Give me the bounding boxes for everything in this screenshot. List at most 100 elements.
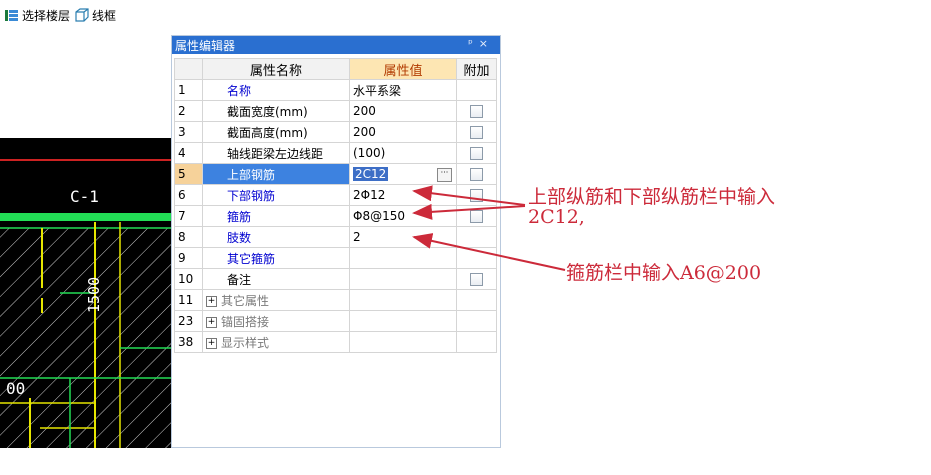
cad-label-c1: C-1 [70,187,99,206]
table-row-group[interactable]: 38 + 显示样式 [174,331,497,353]
row-num: 1 [174,79,203,101]
table-row[interactable]: 9 其它箍筋 [174,247,497,269]
table-row[interactable]: 3 截面高度(mm) 200 [174,121,497,143]
toolbar: 选择楼层 线框 [0,0,175,30]
beam-green [0,213,173,221]
row-extra [456,79,497,101]
row-value [349,289,457,311]
row-checkbox[interactable] [470,189,483,202]
annotation-line2: 2C12, [528,206,585,228]
row-checkbox[interactable] [470,168,483,181]
table-row-selected[interactable]: 5 上部钢筋 2C12 ··· [174,163,497,185]
close-icon[interactable]: × [479,37,494,50]
row-name: 备注 [202,268,350,290]
row-num: 5 [174,163,203,185]
row-name: 上部钢筋 [202,163,350,185]
row-name: 下部钢筋 [202,184,350,206]
header-num [174,58,203,80]
row-name: 箍筋 [202,205,350,227]
row-name: 轴线距梁左边线距 [202,142,350,164]
wireframe-cube-icon [75,8,89,22]
panel-title: 属性编辑器 [175,38,236,53]
row-num: 10 [174,268,203,290]
annotation-line1: 上部纵筋和下部纵筋栏中输入 [528,186,776,208]
row-name-group: + 锚固搭接 [202,310,350,332]
wireframe-label: 线框 [92,8,117,23]
row-value[interactable]: 200 [349,100,457,122]
row-extra [456,226,497,248]
table-row[interactable]: 8 肢数 2 [174,226,497,248]
grid-header-row: 属性名称 属性值 附加 [174,58,497,80]
row-value[interactable]: 2Φ12 [349,184,457,206]
ellipsis-button[interactable]: ··· [437,168,452,182]
annotation-line3: 箍筋栏中输入A6@200 [566,262,762,284]
cad-canvas[interactable]: C-1 1500 00 [0,138,173,448]
row-num: 11 [174,289,203,311]
row-name-group: + 其它属性 [202,289,350,311]
table-row[interactable]: 1 名称 水平系梁 [174,79,497,101]
row-name: 截面高度(mm) [202,121,350,143]
row-name: 名称 [202,79,350,101]
row-value-editing[interactable]: 2C12 ··· [349,163,457,185]
row-value [349,331,457,353]
row-value[interactable]: 200 [349,121,457,143]
row-extra [456,331,497,353]
table-row[interactable]: 6 下部钢筋 2Φ12 [174,184,497,206]
row-checkbox[interactable] [470,147,483,160]
row-value[interactable] [349,247,457,269]
row-num: 4 [174,142,203,164]
panel-title-bar[interactable]: 属性编辑器 ᵖ× [172,36,500,54]
table-row-group[interactable]: 11 + 其它属性 [174,289,497,311]
row-value-text[interactable]: 2C12 [353,167,389,181]
cad-label-1500: 1500 [85,277,103,313]
row-value[interactable]: 水平系梁 [349,79,457,101]
row-extra [456,310,497,332]
row-num: 23 [174,310,203,332]
row-num: 8 [174,226,203,248]
row-checkbox[interactable] [470,273,483,286]
row-extra [456,247,497,269]
row-name: 显示样式 [221,335,270,350]
select-floor-button[interactable]: 选择楼层 [4,7,70,24]
header-name[interactable]: 属性名称 [202,58,350,80]
row-checkbox[interactable] [470,126,483,139]
table-row[interactable]: 10 备注 [174,268,497,290]
row-name: 肢数 [202,226,350,248]
row-name: 锚固搭接 [221,314,270,329]
expand-icon[interactable]: + [206,316,217,328]
row-checkbox[interactable] [470,105,483,118]
row-name: 其它箍筋 [202,247,350,269]
property-grid: 属性名称 属性值 附加 1 名称 水平系梁 2 截面宽度(mm) 200 3 截… [174,58,497,353]
row-value[interactable]: 2 [349,226,457,248]
row-name: 其它属性 [221,293,270,308]
row-value[interactable] [349,268,457,290]
select-floor-label: 选择楼层 [22,8,71,23]
row-name: 截面宽度(mm) [202,100,350,122]
cad-label-00: 00 [6,379,25,398]
header-extra[interactable]: 附加 [456,58,497,80]
row-num: 2 [174,100,203,122]
row-num: 6 [174,184,203,206]
table-row[interactable]: 4 轴线距梁左边线距 (100) [174,142,497,164]
row-checkbox[interactable] [470,210,483,223]
pin-icon[interactable]: ᵖ [468,37,479,50]
row-value[interactable]: (100) [349,142,457,164]
row-extra [456,289,497,311]
table-row-group[interactable]: 23 + 锚固搭接 [174,310,497,332]
property-editor-panel: 属性编辑器 ᵖ× 属性名称 属性值 附加 1 名称 水平系梁 2 截面宽度(mm… [171,35,501,448]
row-num: 3 [174,121,203,143]
header-value[interactable]: 属性值 [349,58,457,80]
row-num: 9 [174,247,203,269]
hatch-area [0,228,173,448]
row-name-group: + 显示样式 [202,331,350,353]
expand-icon[interactable]: + [206,337,217,349]
row-value [349,310,457,332]
expand-icon[interactable]: + [206,295,217,307]
table-row[interactable]: 2 截面宽度(mm) 200 [174,100,497,122]
row-num: 7 [174,205,203,227]
row-value[interactable]: Φ8@150 [349,205,457,227]
wireframe-button[interactable]: 线框 [74,7,116,24]
row-num: 38 [174,331,203,353]
table-row[interactable]: 7 箍筋 Φ8@150 [174,205,497,227]
cad-drawing: C-1 1500 00 [0,159,173,448]
